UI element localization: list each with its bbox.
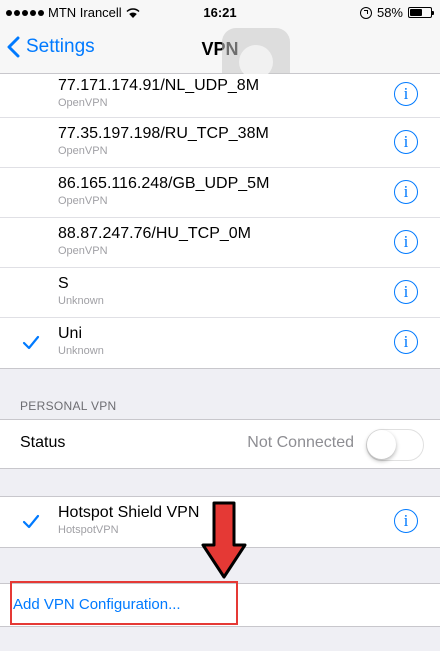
vpn-type: OpenVPN: [58, 97, 108, 109]
info-icon[interactable]: i: [394, 230, 418, 254]
vpn-row[interactable]: S Unknown i: [0, 268, 440, 318]
wifi-icon: [126, 7, 140, 18]
status-label: Status: [20, 434, 66, 451]
rotation-lock-icon: [359, 6, 372, 19]
status-bar-left: MTN Irancell: [6, 5, 140, 20]
status-row: Status Not Connected: [0, 420, 440, 468]
navigation-bar: Settings VPN: [0, 26, 440, 96]
vpn-name: 77.171.174.91/NL_UDP_8M: [58, 77, 260, 94]
vpn-list: 77.171.174.91/NL_UDP_8M OpenVPN i 77.35.197…: [0, 74, 440, 369]
personal-vpn-group: Status Not Connected: [0, 419, 440, 469]
vpn-toggle[interactable]: [366, 429, 424, 461]
vpn-type: OpenVPN: [58, 195, 108, 207]
vpn-name: Hotspot Shield VPN: [58, 504, 200, 521]
back-button[interactable]: Settings: [6, 36, 95, 58]
carrier-name: MTN Irancell: [48, 5, 122, 20]
vpn-row[interactable]: 88.87.247.76/HU_TCP_0M OpenVPN i: [0, 218, 440, 268]
down-arrow-icon: [201, 501, 247, 579]
highlight-box: [10, 581, 238, 625]
vpn-name: Uni: [58, 325, 83, 342]
vpn-name: 77.35.197.198/RU_TCP_38M: [58, 125, 269, 142]
vpn-type: OpenVPN: [58, 145, 108, 157]
checkmark-icon: [22, 335, 40, 350]
battery-percent: 58%: [376, 5, 403, 20]
vpn-row[interactable]: Uni Unknown i: [0, 318, 440, 368]
vpn-row[interactable]: 77.171.174.91/NL_UDP_8M OpenVPN i: [0, 74, 440, 118]
info-icon[interactable]: i: [394, 82, 418, 106]
vpn-type: HotspotVPN: [58, 524, 119, 536]
checkmark-icon: [22, 514, 40, 529]
battery-icon: [408, 7, 434, 18]
vpn-row[interactable]: 86.165.116.248/GB_UDP_5M OpenVPN i: [0, 168, 440, 218]
status-value: Not Connected: [247, 434, 354, 451]
status-bar: MTN Irancell 16:21 58%: [0, 0, 440, 26]
info-icon[interactable]: i: [394, 330, 418, 354]
signal-strength-icon: [6, 9, 44, 16]
vpn-name: S: [58, 275, 69, 292]
vpn-type: OpenVPN: [58, 245, 108, 257]
vpn-type: Unknown: [58, 295, 104, 307]
vpn-type: Unknown: [58, 345, 104, 357]
toggle-knob: [367, 430, 396, 459]
vpn-name: 86.165.116.248/GB_UDP_5M: [58, 175, 270, 192]
status-bar-right: 58%: [359, 5, 434, 20]
info-icon[interactable]: i: [394, 180, 418, 204]
back-label: Settings: [26, 36, 95, 57]
section-header-personal-vpn: PERSONAL VPN: [20, 399, 117, 413]
info-icon[interactable]: i: [394, 280, 418, 304]
vpn-row[interactable]: 77.35.197.198/RU_TCP_38M OpenVPN i: [0, 118, 440, 168]
chevron-left-icon: [7, 36, 20, 58]
info-icon[interactable]: i: [394, 130, 418, 154]
info-icon[interactable]: i: [394, 509, 418, 533]
vpn-name: 88.87.247.76/HU_TCP_0M: [58, 225, 251, 242]
